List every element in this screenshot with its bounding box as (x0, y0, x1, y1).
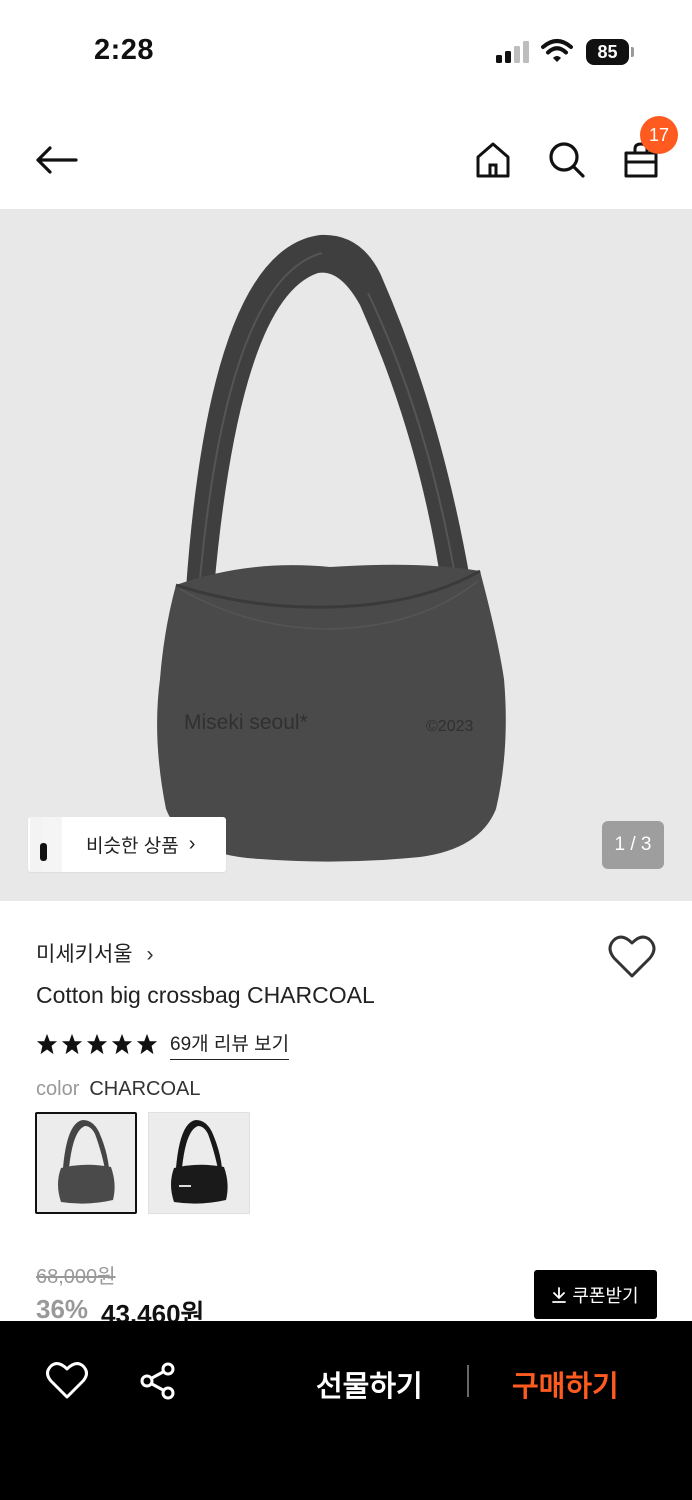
brand-name: 미세키서울 (36, 943, 133, 966)
star-icon (61, 1033, 83, 1055)
chevron-right-icon: › (146, 943, 154, 966)
similar-products-button[interactable]: 비슷한 상품 › (28, 817, 226, 872)
bottom-action-bar: 선물하기 구매하기 (0, 1321, 692, 1500)
star-icon (136, 1033, 158, 1055)
buy-button[interactable]: 구매하기 (512, 1363, 619, 1405)
rating-row: 69개 리뷰 보기 (36, 1028, 290, 1060)
coupon-label: 쿠폰받기 (572, 1285, 639, 1306)
bag-brand-print: Miseki seoul* (184, 711, 308, 734)
wishlist-heart-icon[interactable] (608, 934, 656, 980)
cart-count-badge: 17 (640, 116, 678, 154)
similar-products-label: 비슷한 상품 (86, 836, 179, 857)
chevron-right-icon: › (188, 833, 196, 855)
battery-indicator: 85 (586, 39, 634, 65)
rating-stars (36, 1033, 158, 1055)
star-icon (36, 1033, 58, 1055)
product-image-carousel[interactable]: Miseki seoul* ©2023 (0, 209, 692, 901)
status-time: 2:28 (94, 34, 155, 66)
home-icon (476, 142, 510, 178)
color-swatch-charcoal[interactable] (35, 1112, 137, 1214)
bag-thumbnail (58, 1120, 115, 1204)
color-swatch-black[interactable] (148, 1112, 250, 1214)
product-photo: Miseki seoul* ©2023 (157, 234, 506, 862)
cellular-signal-icon (496, 41, 529, 63)
search-icon (549, 142, 585, 178)
status-bar: 2:28 85 (0, 0, 692, 100)
search-button[interactable] (543, 136, 591, 184)
image-page-indicator: 1 / 3 (602, 821, 664, 869)
gift-button[interactable]: 선물하기 (316, 1363, 423, 1405)
star-icon (111, 1033, 133, 1055)
home-button[interactable] (469, 136, 517, 184)
back-arrow-icon (36, 146, 78, 174)
color-value: CHARCOAL (89, 1078, 201, 1100)
app-header (0, 110, 692, 206)
color-label: color (36, 1078, 80, 1100)
star-icon (86, 1033, 108, 1055)
divider (467, 1365, 469, 1397)
original-price: 68,000원 (36, 1266, 116, 1288)
coupon-button[interactable]: 쿠폰받기 (534, 1270, 657, 1319)
wifi-icon (541, 39, 573, 62)
share-icon[interactable] (138, 1361, 178, 1401)
download-icon (552, 1286, 567, 1303)
bag-year-print: ©2023 (426, 718, 473, 735)
product-name: Cotton big crossbag CHARCOAL (36, 982, 375, 1008)
brand-link[interactable]: 미세키서울 › (36, 938, 153, 968)
back-button[interactable] (32, 136, 80, 184)
color-row: color CHARCOAL (36, 1078, 201, 1101)
battery-level: 85 (586, 39, 629, 65)
similar-thumbnail (28, 817, 64, 872)
like-heart-icon[interactable] (46, 1361, 88, 1401)
review-link[interactable]: 69개 리뷰 보기 (170, 1029, 290, 1060)
bag-thumbnail (171, 1120, 228, 1204)
